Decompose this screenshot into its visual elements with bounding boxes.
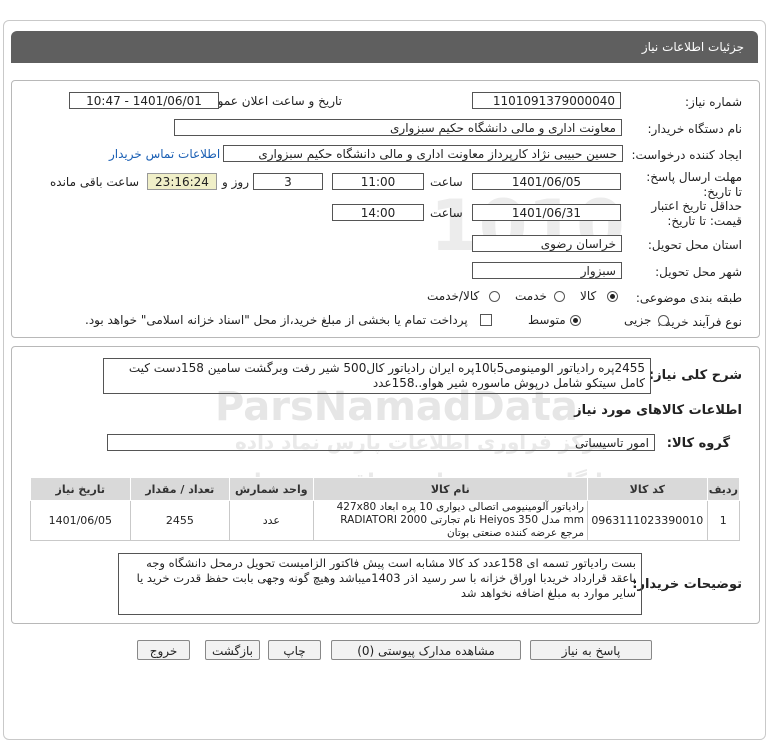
province-field: خراسان رضوی (472, 235, 622, 252)
deadline-time-label: ساعت (430, 175, 463, 189)
col-header-qty: تعداد / مقدار (129, 477, 231, 501)
summary-text: 2455پره رادیاتور الومینومی5با10پره ایران… (128, 361, 645, 390)
buyer-notes-label: توضیحات خریدار: (632, 577, 742, 592)
buyer-notes-box: بست رادیاتور تسمه ای 158عدد کد کالا مشاب… (118, 553, 642, 615)
buyer-org-label: نام دستگاه خریدار: (647, 122, 743, 136)
reply-button[interactable]: پاسخ به نیاز (530, 640, 652, 660)
category-radio-service[interactable] (554, 291, 565, 302)
city-field: سبزوار (472, 262, 622, 279)
validity-time-label: ساعت (430, 206, 463, 220)
city-label: شهر محل تحویل: (655, 265, 742, 279)
process-option-minor: جزیی (624, 313, 652, 327)
cell-qty: 2455 (129, 500, 231, 541)
back-button[interactable]: بازگشت (205, 640, 260, 660)
remaining-time-field: 23:16:24 (147, 173, 217, 190)
print-button[interactable]: چاپ (268, 640, 321, 660)
validity-time-field: 14:00 (332, 204, 424, 221)
deadline-time-field: 11:00 (332, 173, 424, 190)
province-label: استان محل تحویل: (647, 238, 742, 252)
payment-note: پرداخت تمام یا بخشی از مبلغ خرید،از محل … (85, 313, 468, 327)
process-radio-minor[interactable] (658, 315, 669, 326)
cell-code: 0963111023390010 (587, 500, 708, 541)
category-radio-goods[interactable] (607, 291, 618, 302)
buyer-notes-text: بست رادیاتور تسمه ای 158عدد کد کالا مشاب… (136, 556, 636, 600)
category-option-service: خدمت (515, 289, 547, 303)
goods-group-field: امور تاسیساتی (107, 434, 655, 451)
process-radio-medium[interactable] (570, 315, 581, 326)
cell-date: 1401/06/05 (30, 500, 131, 541)
summary-box: 2455پره رادیاتور الومینومی5با10پره ایران… (103, 358, 651, 394)
deadline-date-field: 1401/06/05 (472, 173, 621, 190)
validity-label: حداقل تاریخ اعتبار قیمت: تا تاریخ: (651, 199, 742, 228)
page-title: جزئیات اطلاعات نیاز (641, 40, 744, 54)
table-row: 1 0963111023390010 رادیاتور آلومینیومی ا… (30, 500, 741, 541)
goods-table: ردیف کد کالا نام کالا واحد شمارش تعداد /… (30, 477, 741, 541)
creator-label: ایجاد کننده درخواست: (631, 148, 742, 162)
col-header-code: کد کالا (587, 477, 708, 501)
creator-field: حسین حبیبی نژاد کارپرداز معاونت اداری و … (223, 145, 623, 162)
cell-name: رادیاتور آلومینیومی اتصالی دیواری 10 پره… (312, 500, 589, 541)
summary-label: شرح کلی نیاز: (648, 368, 742, 383)
title-bar: جزئیات اطلاعات نیاز (11, 31, 758, 63)
col-header-name: نام کالا (312, 477, 589, 501)
validity-date-field: 1401/06/31 (472, 204, 621, 221)
exit-button[interactable]: خروج (137, 640, 190, 660)
goods-group-label: گروه کالا: (666, 436, 730, 451)
cell-row: 1 (706, 500, 741, 541)
col-header-row: ردیف (706, 477, 741, 501)
category-option-goods: کالا (580, 289, 597, 303)
cell-unit: عدد (229, 500, 314, 541)
category-label: طبقه بندی موضوعی: (635, 291, 742, 305)
days-label: روز و (222, 175, 249, 189)
treasury-payment-checkbox[interactable] (480, 314, 492, 326)
process-label: نوع فرآیند خرید : (657, 315, 742, 329)
goods-info-title: اطلاعات کالاهای مورد نیاز (574, 403, 742, 418)
process-option-medium: متوسط (528, 313, 566, 327)
days-field: 3 (253, 173, 323, 190)
need-number-field: 1101091379000040 (472, 92, 621, 109)
announce-field: 1401/06/01 - 10:47 (69, 92, 219, 109)
col-header-unit: واحد شمارش (229, 477, 314, 501)
view-documents-button[interactable]: مشاهده مدارک پیوستی (0) (331, 640, 521, 660)
category-radio-both[interactable] (489, 291, 500, 302)
buyer-org-field: معاونت اداری و مالی دانشگاه حکیم سبزواری (174, 119, 622, 136)
col-header-date: تاریخ نیاز (30, 477, 131, 501)
need-number-label: شماره نیاز: (685, 95, 742, 109)
deadline-label: مهلت ارسال پاسخ: تا تاریخ: (646, 170, 742, 199)
contact-buyer-link[interactable]: اطلاعات تماس خریدار (109, 147, 220, 161)
remaining-label: ساعت باقی مانده (50, 175, 140, 189)
category-option-both: کالا/خدمت (427, 289, 480, 303)
